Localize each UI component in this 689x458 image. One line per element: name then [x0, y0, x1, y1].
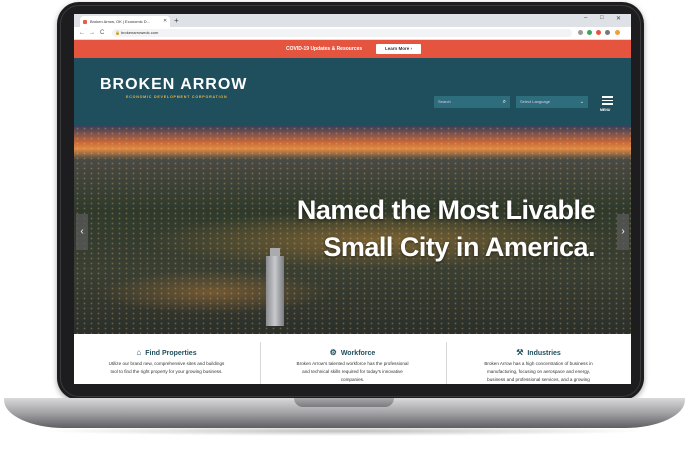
- logo-subtitle: ECONOMIC DEVELOPMENT CORPORATION: [126, 95, 228, 99]
- search-icon[interactable]: ⌕: [503, 96, 506, 108]
- extension-icon[interactable]: [596, 30, 601, 35]
- carousel-next-button[interactable]: ›: [617, 214, 629, 250]
- lock-icon: 🔒: [115, 30, 120, 35]
- site-header: BROKEN ARROW ECONOMIC DEVELOPMENT CORPOR…: [74, 58, 631, 126]
- address-url: brokenarrowedc.com: [121, 30, 159, 35]
- tab-close-icon[interactable]: ✕: [163, 16, 167, 27]
- language-select-label: Select Language: [520, 99, 551, 104]
- laptop-screen: Broken Arrow, OK | Economic D... ✕ + – □…: [74, 14, 631, 384]
- back-button[interactable]: ←: [79, 28, 85, 38]
- laptop-hinge-notch: [294, 398, 394, 407]
- chevron-down-icon: ⌄: [579, 99, 584, 105]
- card-heading: ⚒ Industries: [446, 348, 631, 358]
- logo[interactable]: BROKEN ARROW: [100, 76, 247, 94]
- menu-label[interactable]: MENU: [600, 108, 610, 112]
- find-properties-icon: ⌂: [136, 348, 142, 357]
- card-title: Workforce: [340, 350, 376, 357]
- browser-toolbar: ← → C 🔒 brokenarrowedc.com: [74, 27, 631, 40]
- favicon-icon: [83, 20, 87, 24]
- maximize-button[interactable]: □: [600, 15, 604, 21]
- feature-cards: ⌂ Find Properties Utilize our brand new, …: [74, 334, 631, 384]
- hamburger-menu-icon[interactable]: [602, 96, 613, 106]
- forward-button[interactable]: →: [89, 28, 95, 38]
- card-heading: ⌂ Find Properties: [74, 348, 259, 358]
- browser-tab[interactable]: Broken Arrow, OK | Economic D... ✕: [80, 16, 170, 27]
- card-body: Broken Arrow's talented workforce has th…: [296, 361, 409, 382]
- address-bar[interactable]: 🔒 brokenarrowedc.com: [112, 29, 572, 37]
- card-heading: ⚙ Workforce: [260, 348, 445, 358]
- new-tab-button[interactable]: +: [174, 16, 179, 25]
- extension-icon[interactable]: [587, 30, 592, 35]
- tab-title: Broken Arrow, OK | Economic D...: [90, 19, 150, 24]
- hero-banner: Named the Most Livable Small City in Ame…: [74, 126, 631, 334]
- card-body: Utilize our brand new, comprehensive sit…: [108, 361, 225, 374]
- hero-headline: Named the Most Livable Small City in Ame…: [296, 192, 596, 266]
- minimize-button[interactable]: –: [584, 15, 587, 21]
- profile-avatar[interactable]: [615, 30, 620, 35]
- reload-button[interactable]: C: [100, 28, 104, 38]
- close-window-button[interactable]: ✕: [616, 15, 621, 22]
- card-title: Industries: [527, 350, 561, 357]
- search-placeholder: Search: [438, 99, 451, 104]
- learn-more-button[interactable]: Learn More ›: [376, 44, 421, 54]
- workforce-icon: ⚙: [329, 348, 337, 357]
- industries-icon: ⚒: [516, 348, 524, 357]
- card-workforce[interactable]: ⚙ Workforce Broken Arrow's talented workf…: [260, 334, 445, 384]
- covid-banner-text: COVID-19 Updates & Resources: [286, 46, 363, 52]
- covid-banner: COVID-19 Updates & Resources Learn More …: [74, 40, 631, 58]
- bookmark-star-icon[interactable]: [578, 30, 583, 35]
- card-industries[interactable]: ⚒ Industries Broken Arrow has a high conc…: [446, 334, 631, 384]
- carousel-prev-button[interactable]: ‹: [76, 214, 88, 250]
- hero-headline-line2: Small City in America.: [323, 232, 595, 262]
- browser-tab-bar: Broken Arrow, OK | Economic D... ✕ + – □…: [74, 14, 631, 27]
- grain-elevator: [266, 256, 284, 326]
- card-title: Find Properties: [145, 350, 197, 357]
- hero-headline-line1: Named the Most Livable: [296, 195, 596, 225]
- extension-icon[interactable]: [605, 30, 610, 35]
- search-input[interactable]: Search ⌕: [434, 96, 510, 108]
- card-find-properties[interactable]: ⌂ Find Properties Utilize our brand new, …: [74, 334, 259, 384]
- language-select[interactable]: Select Language ⌄: [516, 96, 588, 108]
- card-body: Broken Arrow has a high concentration of…: [484, 361, 593, 382]
